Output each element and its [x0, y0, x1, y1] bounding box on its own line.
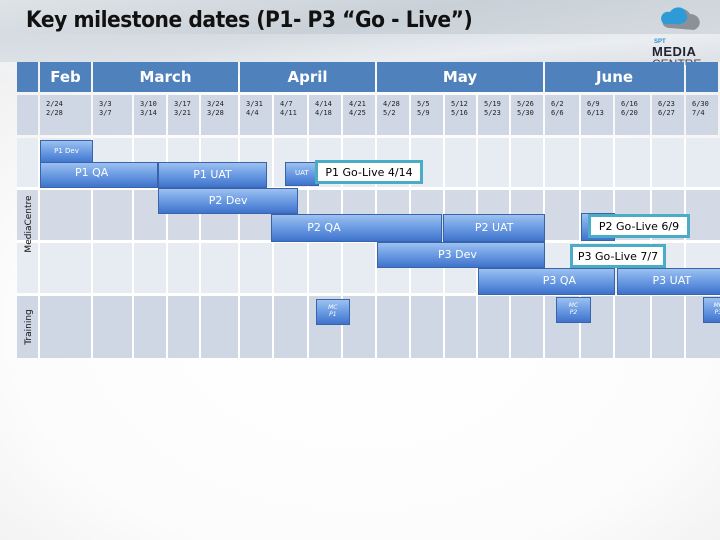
go-live-milestone: P3 Go-Live 7/7 [570, 244, 666, 268]
week-start-date: 6/2 [551, 100, 564, 108]
week-end-date: 3/7 [99, 109, 112, 117]
week-end-date: 5/30 [517, 109, 534, 117]
week-header: 3/3 3/7 [93, 95, 132, 135]
week-start-date: 3/10 [140, 100, 157, 108]
month-header: June [545, 62, 684, 92]
task-bar[interactable]: P1 QA [40, 162, 158, 188]
go-live-milestone: P1 Go-Live 4/14 [315, 160, 423, 184]
task-bar[interactable]: P1 Dev [40, 140, 93, 164]
week-end-date: 6/27 [658, 109, 675, 117]
week-start-date: 4/14 [315, 100, 332, 108]
month-header: Feb [40, 62, 91, 92]
grid-line-vertical [272, 138, 274, 358]
week-start-date: 4/21 [349, 100, 366, 108]
month-header: May [377, 62, 543, 92]
week-end-date: 5/23 [484, 109, 501, 117]
week-end-date: 5/16 [451, 109, 468, 117]
task-bar-label-part: P3 [714, 309, 720, 316]
month-header: April [240, 62, 375, 92]
task-bar[interactable]: MC P1 [315, 299, 350, 325]
week-header: 6/23 6/27 [652, 95, 684, 135]
week-header: 6/9 6/13 [581, 95, 613, 135]
week-start-date: 6/30 [692, 100, 709, 108]
week-start-date: 2/24 [46, 100, 63, 108]
task-bar[interactable]: P1 UAT [157, 162, 268, 188]
go-live-milestone: P2 Go-Live 6/9 [588, 214, 690, 238]
task-bar[interactable]: P3 Dev [377, 242, 545, 268]
week-start-date: 6/16 [621, 100, 638, 108]
week-start-date: 6/9 [587, 100, 600, 108]
week-end-date: 6/13 [587, 109, 604, 117]
task-bar-label-part: P2 [569, 309, 578, 316]
week-end-date: 4/18 [315, 109, 332, 117]
week-header: 5/26 5/30 [511, 95, 543, 135]
week-end-date: 7/4 [692, 109, 705, 117]
task-bar[interactable]: P2 Dev [157, 188, 299, 214]
task-bar-label-part: P1 [329, 311, 337, 318]
week-start-date: 3/3 [99, 100, 112, 108]
month-header: March [93, 62, 238, 92]
week-start-date: 5/5 [417, 100, 430, 108]
task-bar[interactable]: MC P2 [555, 297, 592, 323]
week-header: 3/24 3/28 [201, 95, 238, 135]
week-header: 5/5 5/9 [411, 95, 443, 135]
week-end-date: 6/20 [621, 109, 638, 117]
week-header: 4/7 4/11 [274, 95, 307, 135]
task-bar[interactable]: UAT [284, 162, 320, 186]
week-start-date: 3/31 [246, 100, 263, 108]
week-header: 3/10 3/14 [134, 95, 166, 135]
grid-line-vertical [684, 138, 686, 358]
week-header: 2/24 2/28 [40, 95, 91, 135]
week-header-blank [17, 95, 38, 135]
week-end-date: 6/6 [551, 109, 564, 117]
week-header: 4/14 4/18 [309, 95, 341, 135]
week-header: 3/17 3/21 [168, 95, 199, 135]
week-header: 4/21 4/25 [343, 95, 375, 135]
week-start-date: 5/12 [451, 100, 468, 108]
week-start-date: 3/17 [174, 100, 191, 108]
week-end-date: 5/2 [383, 109, 396, 117]
task-bar[interactable]: MCP3 [703, 297, 720, 323]
week-header: 6/16 6/20 [615, 95, 650, 135]
week-end-date: 4/25 [349, 109, 366, 117]
week-start-date: 4/7 [280, 100, 293, 108]
week-end-date: 3/21 [174, 109, 191, 117]
week-end-date: 3/14 [140, 109, 157, 117]
week-start-date: 5/26 [517, 100, 534, 108]
task-bar[interactable]: P2 QA [270, 214, 442, 242]
gantt-chart: Feb March April May June 2/24 2/28 3/3 3/7 3/10 3/… [0, 0, 720, 540]
week-start-date: 5/19 [484, 100, 501, 108]
month-header [686, 62, 718, 92]
week-header: 6/2 6/6 [545, 95, 579, 135]
task-bar[interactable]: P2 UAT [443, 214, 545, 242]
swimlane-label: Training [23, 309, 34, 345]
week-end-date: 4/4 [246, 109, 259, 117]
week-header: 6/30 7/4 [686, 95, 718, 135]
week-end-date: 5/9 [417, 109, 430, 117]
week-header: 3/31 4/4 [240, 95, 272, 135]
task-bar[interactable]: P3 UAT [616, 268, 720, 295]
week-header: 4/28 5/2 [377, 95, 409, 135]
week-end-date: 4/11 [280, 109, 297, 117]
swimlane-label: MediaCentre [23, 195, 34, 253]
week-end-date: 3/28 [207, 109, 224, 117]
week-header: 5/19 5/23 [478, 95, 509, 135]
week-header: 5/12 5/16 [445, 95, 476, 135]
task-bar[interactable]: P3 QA [478, 268, 615, 295]
month-header-blank [17, 62, 38, 92]
week-start-date: 3/24 [207, 100, 224, 108]
week-end-date: 2/28 [46, 109, 63, 117]
week-start-date: 4/28 [383, 100, 400, 108]
week-start-date: 6/23 [658, 100, 675, 108]
